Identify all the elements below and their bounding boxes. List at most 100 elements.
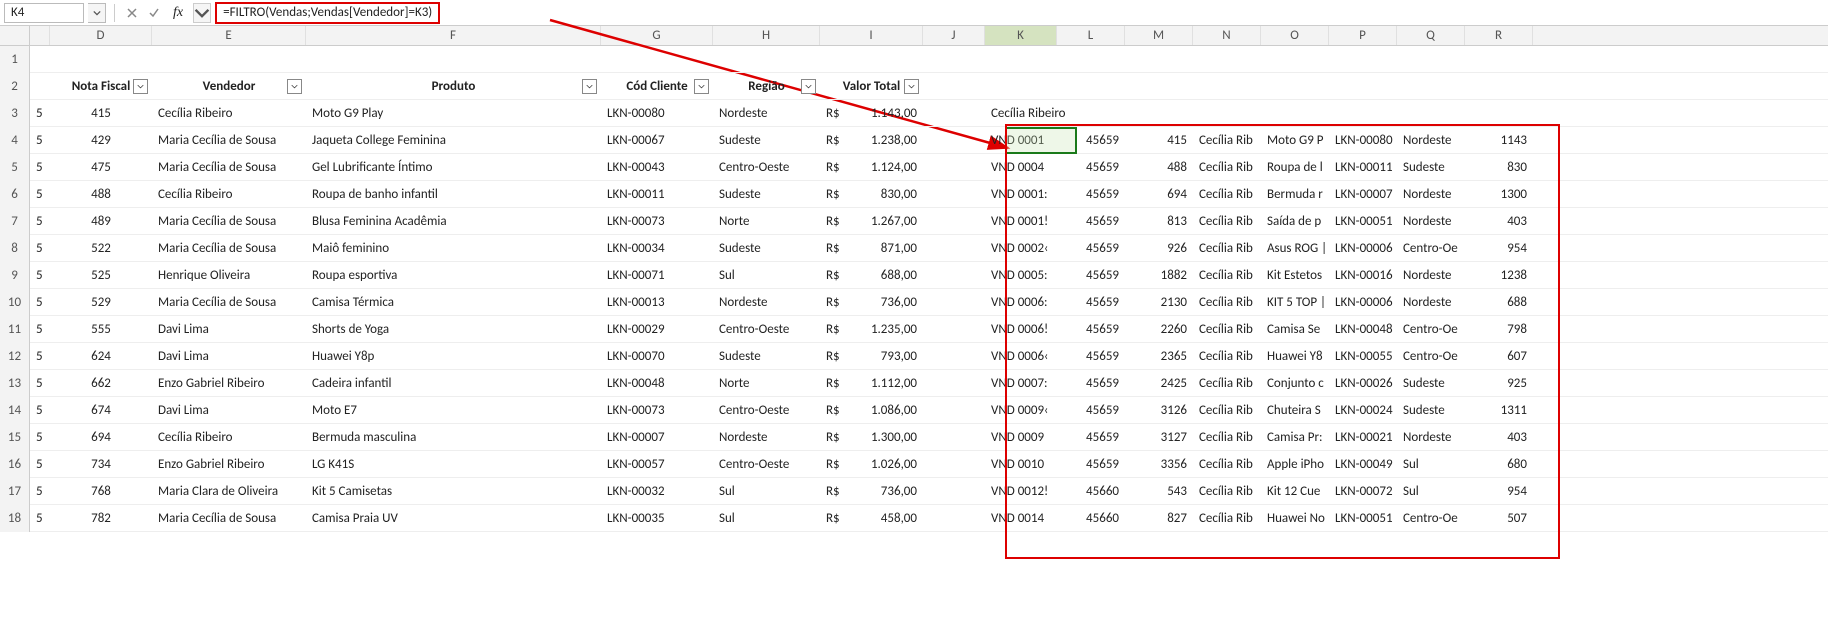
cell-vendedor[interactable]: Enzo Gabriel Ribeiro — [152, 370, 306, 396]
cell-valor[interactable]: R$736,00 — [820, 289, 923, 315]
cell-filt-m[interactable]: 827 — [1125, 505, 1193, 531]
cell-nf[interactable]: 782 — [50, 505, 152, 531]
cell-produto[interactable]: Moto E7 — [306, 397, 601, 423]
cell-nf[interactable]: 529 — [50, 289, 152, 315]
cell[interactable] — [923, 208, 985, 234]
cell-nf[interactable]: 525 — [50, 262, 152, 288]
col-header[interactable]: M — [1125, 26, 1193, 45]
cell-valor[interactable]: R$1.086,00 — [820, 397, 923, 423]
cell[interactable] — [923, 370, 985, 396]
cell-filt-n[interactable]: Cecília Rib — [1193, 127, 1261, 153]
cell[interactable] — [923, 262, 985, 288]
cell-filt-r[interactable]: 1238 — [1465, 262, 1533, 288]
cell[interactable]: 5 — [30, 424, 50, 450]
cell-filt-k[interactable]: VND 0001! — [985, 208, 1057, 234]
cell-valor[interactable]: R$1.267,00 — [820, 208, 923, 234]
cell-produto[interactable]: Shorts de Yoga — [306, 316, 601, 342]
cell-filt-m[interactable]: 543 — [1125, 478, 1193, 504]
cell[interactable] — [923, 505, 985, 531]
cell-filt-k[interactable]: VND 0009 — [985, 424, 1057, 450]
cell-filt-p[interactable]: LKN-00051 — [1329, 208, 1397, 234]
cell-produto[interactable]: Camisa Térmica — [306, 289, 601, 315]
cell-filt-p[interactable]: LKN-00007 — [1329, 181, 1397, 207]
cell-vendedor[interactable]: Cecília Ribeiro — [152, 181, 306, 207]
cell-produto[interactable]: Cadeira infantil — [306, 370, 601, 396]
cell[interactable] — [923, 451, 985, 477]
cell-filt-o[interactable]: Chuteira S — [1261, 397, 1329, 423]
cell-vendedor[interactable]: Cecília Ribeiro — [152, 424, 306, 450]
cell[interactable]: 5 — [30, 100, 50, 126]
cell-vendedor[interactable]: Maria Cecília de Sousa — [152, 235, 306, 261]
cell-vendedor[interactable]: Maria Cecília de Sousa — [152, 208, 306, 234]
cell[interactable]: 5 — [30, 289, 50, 315]
cell-cod[interactable]: LKN-00011 — [601, 181, 713, 207]
cell-regiao[interactable]: Centro-Oeste — [713, 154, 820, 180]
cell-cod[interactable]: LKN-00032 — [601, 478, 713, 504]
cell-filt-q[interactable]: Centro-Oe — [1397, 235, 1465, 261]
cell-filt-n[interactable]: Cecília Rib — [1193, 154, 1261, 180]
cell-valor[interactable]: R$830,00 — [820, 181, 923, 207]
cell-filt-r[interactable]: 830 — [1465, 154, 1533, 180]
cell-filt-m[interactable]: 488 — [1125, 154, 1193, 180]
cell-filt-p[interactable]: LKN-00072 — [1329, 478, 1397, 504]
cell-filt-k[interactable]: VND 0006‹ — [985, 343, 1057, 369]
cell-valor[interactable]: R$1.112,00 — [820, 370, 923, 396]
row-header[interactable]: 2 — [0, 73, 30, 100]
cell[interactable] — [923, 181, 985, 207]
cell-cod[interactable]: LKN-00034 — [601, 235, 713, 261]
cell-filt-q[interactable]: Sul — [1397, 451, 1465, 477]
cell-filt-k[interactable]: VND 0012! — [985, 478, 1057, 504]
row-header[interactable]: 11 — [0, 316, 30, 343]
cell-regiao[interactable]: Nordeste — [713, 289, 820, 315]
cell[interactable] — [923, 397, 985, 423]
cell-nf[interactable]: 489 — [50, 208, 152, 234]
cell[interactable] — [1193, 100, 1261, 126]
cell-filt-q[interactable]: Sudeste — [1397, 154, 1465, 180]
cell-filt-q[interactable]: Nordeste — [1397, 181, 1465, 207]
cell-nf[interactable]: 662 — [50, 370, 152, 396]
cell[interactable] — [30, 73, 50, 99]
cell-nf[interactable]: 694 — [50, 424, 152, 450]
cell-filt-q[interactable]: Sul — [1397, 478, 1465, 504]
row-header[interactable]: 14 — [0, 397, 30, 424]
col-cod-cliente[interactable]: Cód Cliente — [601, 73, 713, 99]
cell-filt-r[interactable]: 798 — [1465, 316, 1533, 342]
cell-vendedor[interactable]: Davi Lima — [152, 343, 306, 369]
cell-filt-l[interactable]: 45659 — [1057, 154, 1125, 180]
col-regiao[interactable]: Região — [713, 73, 820, 99]
cell-filt-k[interactable]: VND 0014 — [985, 505, 1057, 531]
cell-regiao[interactable]: Norte — [713, 208, 820, 234]
cell-filt-k[interactable]: VND 0001: — [985, 181, 1057, 207]
cell[interactable] — [923, 127, 985, 153]
col-header[interactable]: L — [1057, 26, 1125, 45]
cell-filt-l[interactable]: 45659 — [1057, 235, 1125, 261]
cell-cod[interactable]: LKN-00067 — [601, 127, 713, 153]
cell-valor[interactable]: R$871,00 — [820, 235, 923, 261]
cell-filt-q[interactable]: Nordeste — [1397, 127, 1465, 153]
cell-filt-n[interactable]: Cecília Rib — [1193, 262, 1261, 288]
cell[interactable]: 5 — [30, 478, 50, 504]
cell-filt-o[interactable]: KIT 5 TOP | — [1261, 289, 1329, 315]
cell-regiao[interactable]: Centro-Oeste — [713, 397, 820, 423]
name-box-dropdown[interactable] — [88, 3, 106, 23]
cell-filt-p[interactable]: LKN-00026 — [1329, 370, 1397, 396]
col-nota-fiscal[interactable]: Nota Fiscal — [50, 73, 152, 99]
cell-filt-p[interactable]: LKN-00006 — [1329, 289, 1397, 315]
cell-nf[interactable]: 429 — [50, 127, 152, 153]
cell[interactable]: 5 — [30, 154, 50, 180]
filter-dropdown-icon[interactable] — [133, 79, 148, 94]
cell-filt-k[interactable]: VND 0010 — [985, 451, 1057, 477]
cell-filt-q[interactable]: Centro-Oe — [1397, 505, 1465, 531]
row-header[interactable]: 8 — [0, 235, 30, 262]
row-header[interactable]: 7 — [0, 208, 30, 235]
cell-vendedor[interactable]: Cecília Ribeiro — [152, 100, 306, 126]
cell-cod[interactable]: LKN-00048 — [601, 370, 713, 396]
cell-filt-q[interactable]: Centro-Oe — [1397, 316, 1465, 342]
cell-regiao[interactable]: Sudeste — [713, 181, 820, 207]
col-header[interactable]: Q — [1397, 26, 1465, 45]
cell-filt-r[interactable]: 954 — [1465, 235, 1533, 261]
cell-filt-n[interactable]: Cecília Rib — [1193, 451, 1261, 477]
cell-vendedor[interactable]: Davi Lima — [152, 397, 306, 423]
cell-filt-p[interactable]: LKN-00021 — [1329, 424, 1397, 450]
cell-filt-p[interactable]: LKN-00051 — [1329, 505, 1397, 531]
